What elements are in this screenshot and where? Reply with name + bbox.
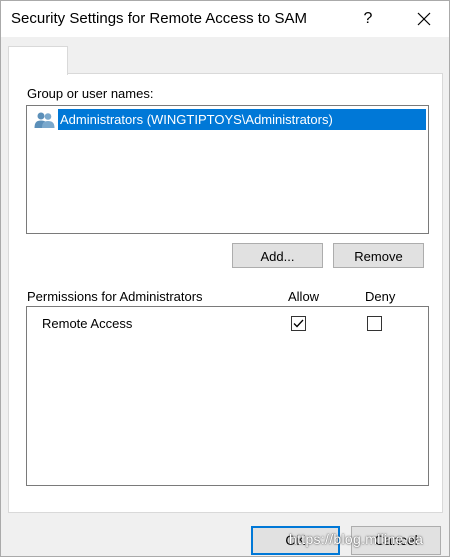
list-item-label: Administrators (WINGTIPTOYS\Administrato… — [58, 109, 426, 130]
permission-remote-access-label: Remote Access — [42, 316, 133, 331]
help-button[interactable]: ? — [351, 1, 385, 37]
remote-access-allow-checkbox[interactable] — [291, 316, 306, 331]
allow-column-header: Allow — [288, 289, 320, 304]
group-or-user-names-label: Group or user names: — [27, 86, 154, 101]
title-bar[interactable]: Security Settings for Remote Access to S… — [1, 1, 449, 37]
window-title: Security Settings for Remote Access to S… — [11, 10, 307, 27]
permissions-header-label: Permissions for Administrators — [27, 289, 203, 304]
remote-access-deny-checkbox[interactable] — [367, 316, 382, 331]
add-button[interactable]: Add... — [232, 243, 323, 268]
security-settings-dialog: Security Settings for Remote Access to S… — [0, 0, 450, 557]
checkmark-icon — [293, 319, 304, 328]
remove-button[interactable]: Remove — [333, 243, 424, 268]
permissions-list: Remote Access — [26, 306, 429, 486]
list-item-administrators[interactable]: Administrators (WINGTIPTOYS\Administrato… — [33, 109, 426, 130]
group-user-listbox[interactable]: Administrators (WINGTIPTOYS\Administrato… — [26, 105, 429, 234]
tab-security[interactable] — [8, 46, 68, 75]
close-icon — [417, 12, 431, 26]
watermark: https://blog.mlline.ca — [289, 531, 424, 547]
close-button[interactable] — [401, 1, 447, 37]
deny-column-header: Deny — [365, 289, 396, 304]
users-group-icon — [34, 112, 55, 128]
